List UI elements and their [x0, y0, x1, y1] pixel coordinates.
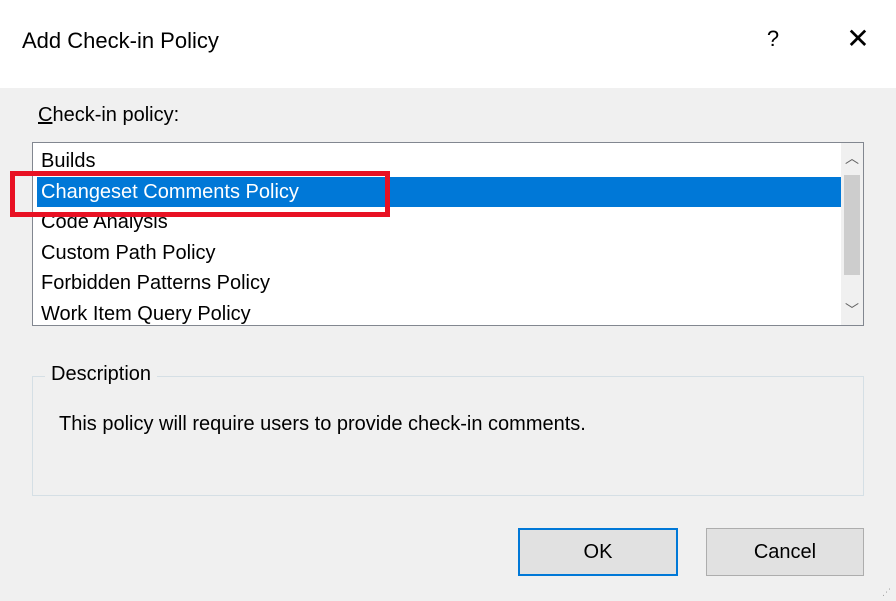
- title-bar: Add Check-in Policy ? ✕: [0, 0, 896, 88]
- check-in-policy-label-accelerator: C: [38, 104, 53, 126]
- list-item-work-item-query-policy[interactable]: Work Item Query Policy: [37, 299, 841, 330]
- list-item-forbidden-patterns-policy[interactable]: Forbidden Patterns Policy: [37, 268, 841, 299]
- check-in-policy-label-text: heck-in policy:: [52, 104, 180, 126]
- check-in-policy-listbox[interactable]: Builds Changeset Comments Policy Code An…: [32, 142, 864, 326]
- list-item-code-analysis[interactable]: Code Analysis: [37, 207, 841, 238]
- scroll-down-arrow-icon[interactable]: ﹀: [841, 299, 863, 321]
- check-in-policy-label: Check-in policy:: [38, 104, 179, 127]
- close-button[interactable]: ✕: [840, 22, 876, 58]
- policy-list-items: Builds Changeset Comments Policy Code An…: [37, 146, 841, 330]
- dialog-title: Add Check-in Policy: [22, 28, 219, 53]
- vertical-scrollbar[interactable]: ︿ ﹀: [841, 143, 863, 325]
- list-item-builds[interactable]: Builds: [37, 146, 841, 177]
- resize-grip-icon[interactable]: ⋰: [882, 587, 892, 597]
- cancel-button[interactable]: Cancel: [706, 528, 864, 576]
- list-item-changeset-comments-policy[interactable]: Changeset Comments Policy: [37, 176, 841, 208]
- ok-button[interactable]: OK: [518, 528, 678, 576]
- list-item-custom-path-policy[interactable]: Custom Path Policy: [37, 238, 841, 269]
- description-text: This policy will require users to provid…: [59, 413, 586, 435]
- description-group: Description This policy will require use…: [32, 363, 864, 496]
- help-button[interactable]: ?: [758, 22, 788, 56]
- scrollbar-thumb[interactable]: [844, 175, 860, 275]
- description-group-title: Description: [45, 363, 158, 386]
- scroll-up-arrow-icon[interactable]: ︿: [841, 147, 863, 169]
